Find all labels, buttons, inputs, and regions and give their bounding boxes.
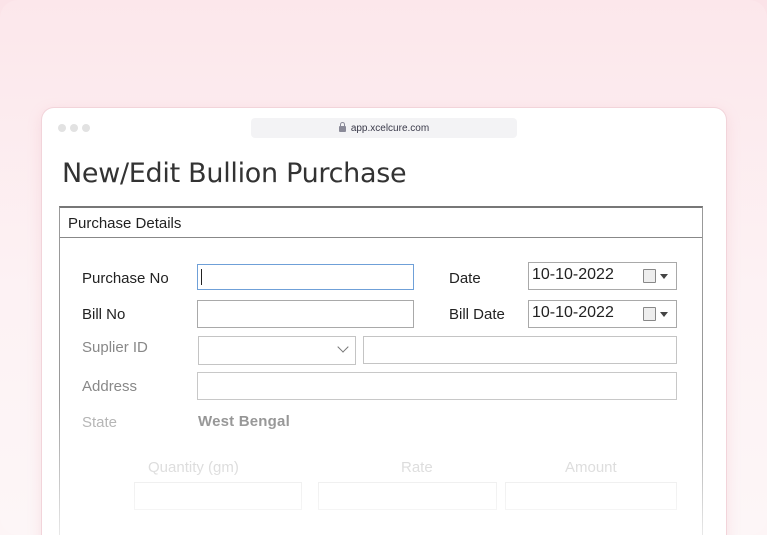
calendar-icon[interactable] [643, 269, 656, 283]
browser-window: app.xcelcure.com New/Edit Bullion Purcha… [42, 108, 726, 535]
window-maximize-dot[interactable] [82, 124, 90, 132]
state-value: West Bengal [198, 413, 290, 430]
bill-date-value: 10-10-2022 [532, 304, 614, 321]
amount-label: Amount [565, 459, 617, 476]
bill-date-label: Bill Date [449, 306, 505, 323]
background-frame: app.xcelcure.com New/Edit Bullion Purcha… [0, 0, 767, 535]
address-bar[interactable]: app.xcelcure.com [251, 118, 517, 138]
rate-input[interactable] [318, 482, 497, 510]
rate-label: Rate [401, 459, 433, 476]
bill-no-label: Bill No [82, 306, 126, 323]
purchase-no-label: Purchase No [82, 270, 169, 287]
window-close-dot[interactable] [58, 124, 66, 132]
date-label: Date [449, 270, 481, 287]
bill-no-input[interactable] [197, 300, 414, 328]
address-input[interactable] [197, 372, 677, 400]
supplier-name-input[interactable] [363, 336, 677, 364]
window-minimize-dot[interactable] [70, 124, 78, 132]
chevron-down-icon [337, 341, 349, 353]
window-titlebar: app.xcelcure.com [42, 108, 726, 146]
bill-date-picker[interactable]: 10-10-2022 [528, 300, 677, 328]
quantity-input[interactable] [134, 482, 302, 510]
state-label: State [82, 414, 118, 431]
purchase-no-input[interactable] [197, 264, 414, 290]
group-title: Purchase Details [68, 215, 182, 232]
lock-icon [338, 122, 346, 132]
group-header: Purchase Details [60, 208, 702, 238]
page-title: New/Edit Bullion Purchase [62, 158, 407, 189]
date-value: 10-10-2022 [532, 266, 614, 283]
address-label: Address [82, 378, 138, 395]
quantity-label: Quantity (gm) [148, 459, 239, 476]
calendar-icon[interactable] [643, 307, 656, 321]
dropdown-arrow-icon[interactable] [660, 312, 668, 317]
date-picker[interactable]: 10-10-2022 [528, 262, 677, 290]
purchase-details-group: Purchase Details Purchase No Date 10-10-… [59, 206, 703, 535]
text-caret [201, 269, 202, 285]
supplier-id-label: Suplier ID [82, 339, 148, 356]
amount-input[interactable] [505, 482, 677, 510]
supplier-id-select[interactable] [198, 336, 356, 365]
url-text: app.xcelcure.com [350, 122, 430, 134]
dropdown-arrow-icon[interactable] [660, 274, 668, 279]
